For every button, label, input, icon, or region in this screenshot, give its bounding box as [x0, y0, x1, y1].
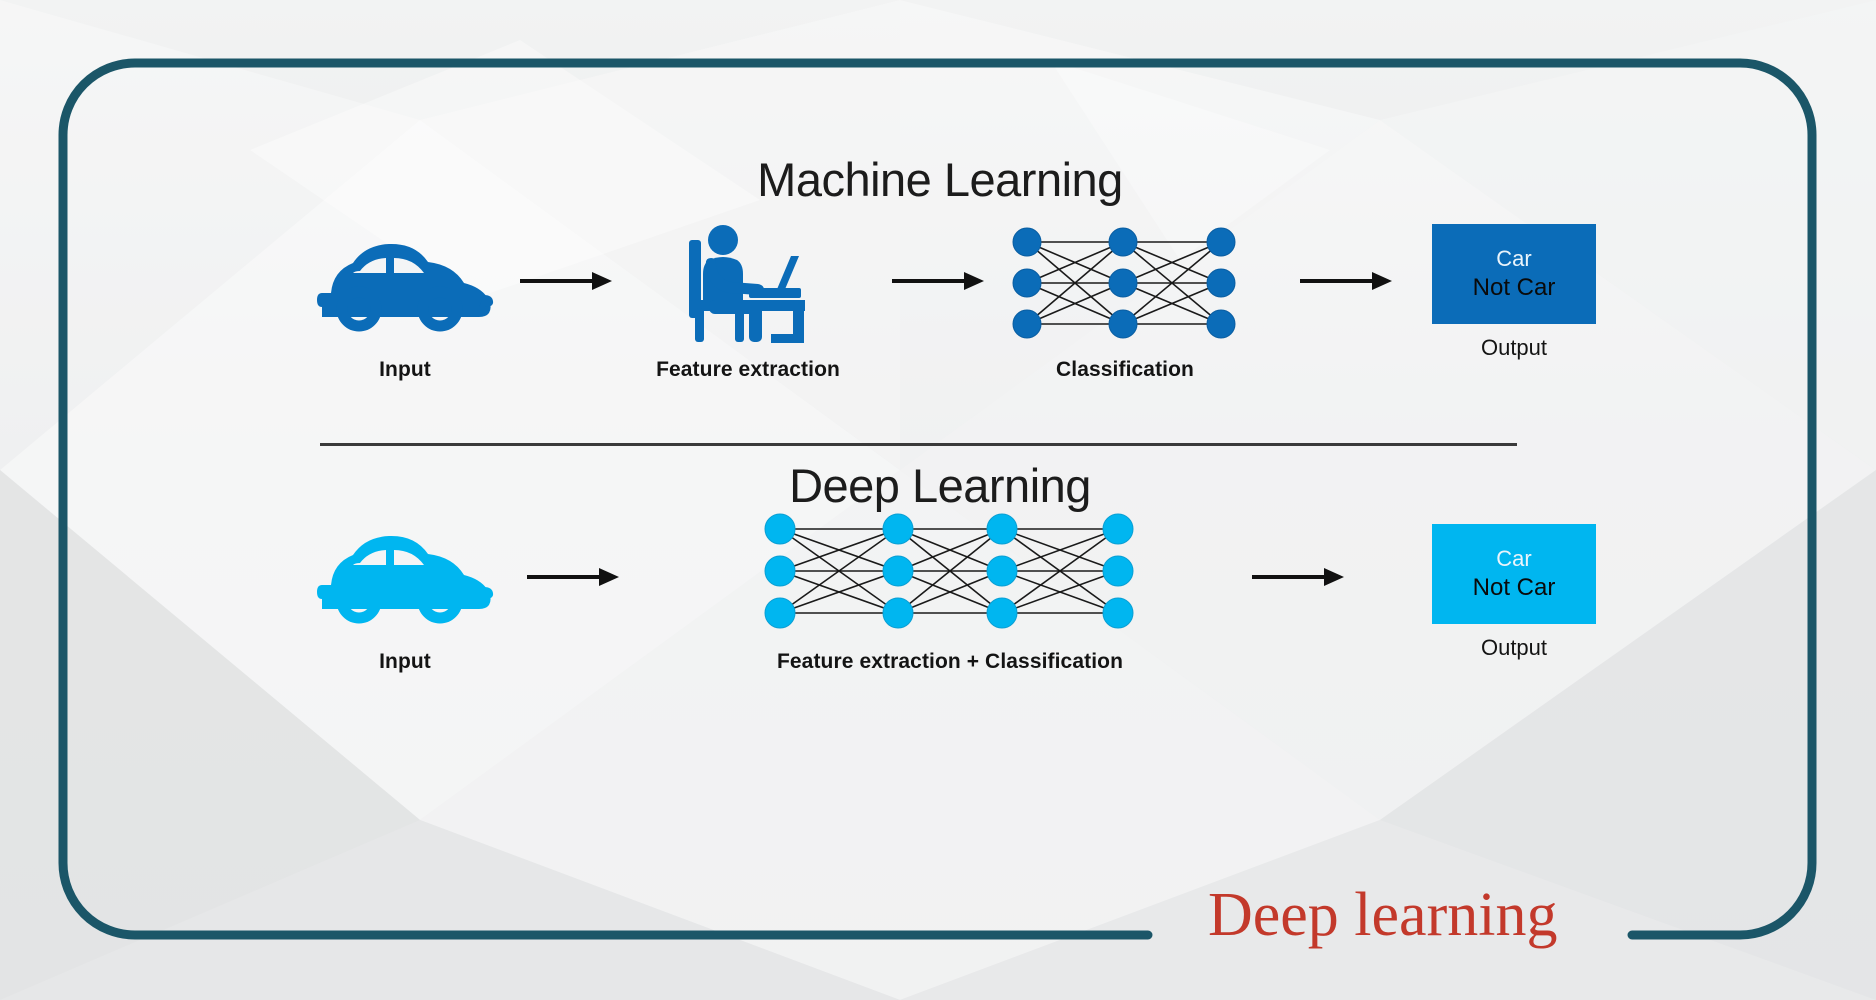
ml-stage-label-feature-extraction: Feature extraction [656, 358, 840, 381]
dl-stage-label-network: Feature extraction + Classification [776, 650, 1124, 673]
arrow-right-icon [892, 272, 984, 290]
section-divider [320, 443, 1517, 446]
slide-canvas: Machine Learning Input Feature extractio… [0, 0, 1876, 1000]
deep-learning-caption: Deep learning [1208, 881, 1558, 949]
ml-output-line-car: Car [1496, 246, 1532, 271]
dl-stage-output: Car Not Car Output [1432, 524, 1596, 661]
person-at-laptop-icon [689, 225, 805, 343]
ml-car-art [315, 228, 495, 346]
machine-learning-pipeline: Input Feature extraction Classification … [70, 220, 1810, 420]
dl-car-art [315, 520, 495, 638]
ml-arrow-2 [890, 268, 986, 299]
ml-arrow-1 [518, 268, 614, 299]
arrow-right-icon [527, 568, 619, 586]
machine-learning-title: Machine Learning [757, 153, 1123, 206]
diagram-card: Machine Learning Input Feature extractio… [70, 60, 1810, 920]
dl-arrow-1 [525, 564, 621, 595]
dl-output-caption: Output [1480, 635, 1548, 660]
dl-output-line-not-car: Not Car [1472, 574, 1556, 601]
ml-arrow-3 [1298, 268, 1394, 299]
ml-output-caption: Output [1480, 335, 1548, 360]
ml-output-line-not-car: Not Car [1472, 274, 1556, 301]
ml-stage-output: Car Not Car Output [1432, 224, 1596, 361]
ml-stage-label-input: Input [379, 358, 431, 381]
dl-arrow-2 [1250, 564, 1346, 595]
ml-network-art [980, 220, 1270, 346]
dl-output-line-car: Car [1496, 546, 1532, 571]
neural-network-icon [1012, 227, 1236, 339]
neural-network-icon [764, 513, 1134, 629]
dl-output-box: Car Not Car [1432, 524, 1596, 624]
ml-stage-label-classification: Classification [1056, 358, 1194, 381]
ml-person-art [628, 220, 868, 346]
dl-network-art [670, 504, 1230, 638]
ml-stage-input: Input [315, 228, 495, 382]
car-icon [317, 535, 494, 624]
dl-stage-label-input: Input [379, 650, 431, 673]
car-icon [317, 243, 494, 332]
ml-stage-feature-extraction: Feature extraction [628, 220, 868, 382]
ml-stage-classification: Classification [980, 220, 1270, 382]
dl-stage-network: Feature extraction + Classification [670, 504, 1230, 674]
arrow-right-icon [520, 272, 612, 290]
arrow-right-icon [1252, 568, 1344, 586]
ml-output-box: Car Not Car [1432, 224, 1596, 324]
dl-stage-input: Input [315, 520, 495, 674]
deep-learning-pipeline: Input Feature extraction + Classificatio… [70, 512, 1810, 712]
arrow-right-icon [1300, 272, 1392, 290]
